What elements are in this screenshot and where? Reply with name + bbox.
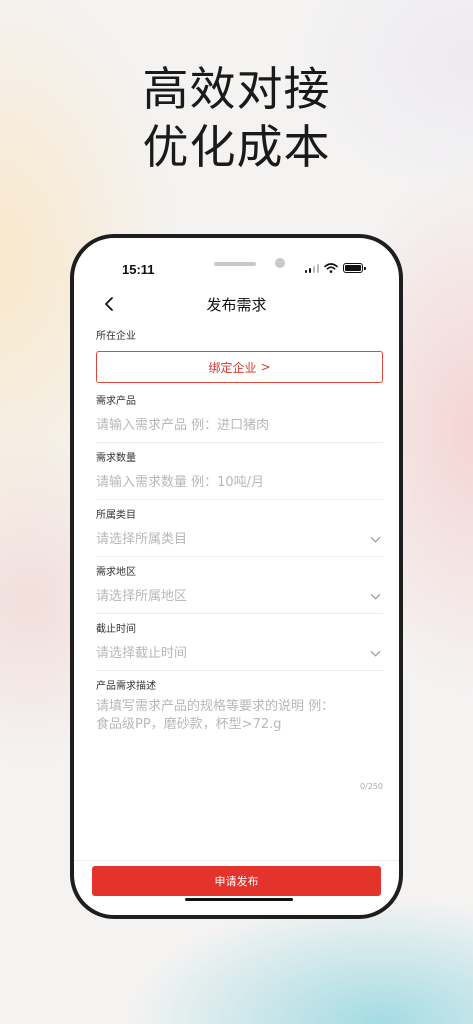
category-placeholder: 请选择所属类目 [96,532,188,547]
phone-frame: 15:11 发布需求 所在企业 绑定企业 > 需求产品 请输入需求产品 例：进口… [70,234,403,919]
dropdown-chevron-icon [370,594,381,600]
signal-icon [304,263,319,273]
category-select[interactable]: 请选择所属类目 [96,523,383,557]
front-camera [275,258,285,268]
dropdown-chevron-icon [370,537,381,543]
headline-line-2: 优化成本 [142,120,331,174]
deadline-select[interactable]: 请选择截止时间 [96,637,383,671]
page-title: 发布需求 [206,296,267,314]
bind-company-button[interactable]: 绑定企业 > [96,351,383,383]
dropdown-chevron-icon [370,651,381,657]
product-input[interactable]: 请输入需求产品 例：进口猪肉 [96,409,383,443]
bind-company-label: 绑定企业 [208,360,257,375]
region-label: 需求地区 [96,567,136,578]
quantity-input[interactable]: 请输入需求数量 例：10吨/月 [96,466,383,500]
speaker-grille [214,262,256,266]
quantity-label: 需求数量 [96,453,136,464]
region-placeholder: 请选择所属地区 [96,589,188,604]
description-placeholder-line-2: 食品级PP，磨砂款，杯型>72.g [96,717,282,732]
character-counter: 0/250 [359,782,383,791]
demand-form: 所在企业 绑定企业 > 需求产品 请输入需求产品 例：进口猪肉 需求数量 请输入… [96,330,383,791]
deadline-label: 截止时间 [96,624,136,635]
wifi-icon [324,263,338,273]
status-icons [304,263,366,273]
description-textarea[interactable]: 请填写需求产品的规格等要求的说明 例： 食品级PP，磨砂款，杯型>72.g [96,698,383,782]
status-time: 15:11 [122,262,155,277]
chevron-right-icon: > [260,360,271,374]
product-label: 需求产品 [96,396,136,407]
region-select[interactable]: 请选择所属地区 [96,580,383,614]
footer-divider [74,860,399,861]
marketing-headline: 高效对接 优化成本 [0,60,473,176]
battery-icon [343,263,366,273]
home-indicator [185,898,293,901]
description-placeholder-line-1: 请填写需求产品的规格等要求的说明 例： [96,699,335,714]
submit-button[interactable]: 申请发布 [92,866,381,896]
deadline-placeholder: 请选择截止时间 [96,646,188,661]
company-label: 所在企业 [96,331,136,342]
headline-line-1: 高效对接 [142,62,331,116]
description-label: 产品需求描述 [96,681,156,692]
category-label: 所属类目 [96,510,136,521]
